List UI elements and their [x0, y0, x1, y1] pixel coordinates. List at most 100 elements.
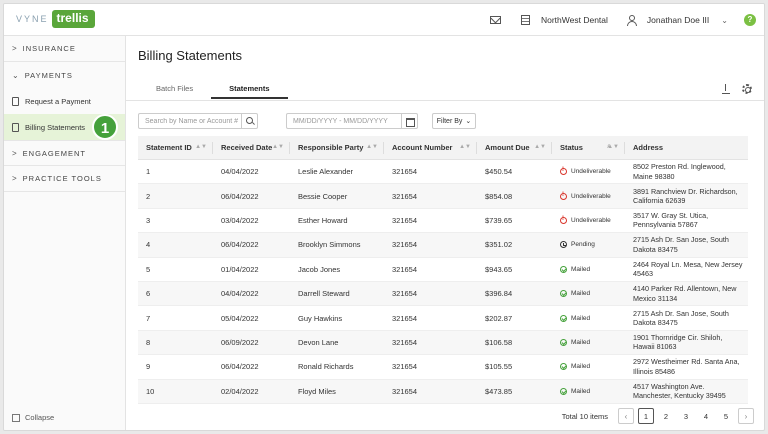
- sidebar-section-engagement[interactable]: > ENGAGEMENT: [4, 140, 125, 166]
- status-label: Undeliverable: [571, 168, 611, 176]
- practice-name[interactable]: NorthWest Dental: [541, 15, 608, 25]
- column-header-status[interactable]: Status ⌕ ▲▼: [552, 136, 625, 160]
- date-range-field: [286, 113, 418, 129]
- gear-icon[interactable]: [742, 84, 752, 94]
- help-icon[interactable]: ?: [744, 14, 756, 26]
- column-header-account-number[interactable]: Account Number ▲▼: [384, 136, 477, 160]
- date-range-input[interactable]: [287, 114, 401, 128]
- page-4-button[interactable]: 4: [698, 408, 714, 424]
- sort-icon[interactable]: ▲▼: [366, 144, 378, 150]
- sidebar: > INSURANCE ⌄ PAYMENTS Request a Payment…: [4, 36, 126, 430]
- prev-page-button[interactable]: ‹: [618, 408, 634, 424]
- cell-status: Mailed: [552, 363, 625, 371]
- chevron-down-icon[interactable]: ⌄: [721, 16, 728, 25]
- sort-icon[interactable]: ▲▼: [195, 144, 207, 150]
- chevron-right-icon: >: [12, 44, 18, 53]
- table-row[interactable]: 10 02/04/2022 Floyd Miles 321654 $473.85 Mail…: [138, 379, 748, 404]
- status-label: Mailed: [571, 338, 591, 346]
- collapse-icon: [12, 413, 20, 422]
- search-icon[interactable]: [241, 114, 257, 128]
- search-field: [138, 113, 258, 129]
- cell-account-number: 321654: [392, 191, 418, 201]
- cell-status: Mailed: [552, 265, 625, 273]
- cell-received-date: 03/04/2022: [221, 215, 259, 225]
- sort-icon[interactable]: ▲▼: [534, 144, 546, 150]
- cell-received-date: 06/04/2022: [221, 191, 259, 201]
- cell-address: 2972 Westheimer Rd. Santa Ana, Illinois …: [633, 357, 740, 376]
- cell-responsible-party: Bessie Cooper: [298, 191, 348, 201]
- cell-statement-id: 4: [146, 240, 151, 250]
- cell-amount-due: $105.55: [485, 362, 513, 372]
- page-2-button[interactable]: 2: [658, 408, 674, 424]
- tab-batch-files[interactable]: Batch Files: [138, 79, 211, 99]
- cell-statement-id: 2: [146, 191, 151, 201]
- status-undeliverable-icon: [560, 192, 567, 200]
- filter-by-button[interactable]: Filter By ⌄: [432, 113, 476, 129]
- cell-address: 4140 Parker Rd. Allentown, New Mexico 31…: [633, 284, 737, 303]
- cell-responsible-party: Ronald Richards: [298, 362, 354, 372]
- cell-received-date: 06/04/2022: [221, 362, 259, 372]
- column-header-responsible-party[interactable]: Responsible Party ▲▼: [290, 136, 384, 160]
- column-header-statement-id[interactable]: Statement ID ▲▼: [138, 136, 213, 160]
- tab-statements[interactable]: Statements: [211, 79, 288, 99]
- page-title: Billing Statements: [138, 48, 243, 63]
- table-row[interactable]: 3 03/04/2022 Esther Howard 321654 $739.65 Und…: [138, 209, 748, 234]
- cell-address: 3517 W. Gray St. Utica, Pennsylvania 578…: [633, 210, 709, 230]
- status-badge: Undeliverable: [560, 167, 625, 176]
- column-header-received-date[interactable]: Received Date ▲▼: [213, 136, 290, 160]
- column-header-address: Address: [633, 143, 664, 152]
- chevron-down-icon: ⌄: [465, 118, 472, 125]
- sidebar-section-label: PAYMENTS: [24, 70, 73, 80]
- download-icon[interactable]: [722, 84, 730, 94]
- sort-icon[interactable]: ▲▼: [272, 144, 284, 150]
- page-1-button[interactable]: 1: [638, 408, 654, 424]
- status-mailed-icon: [560, 338, 567, 346]
- cell-statement-id: 7: [146, 313, 151, 323]
- cell-received-date: 04/04/2022: [221, 289, 259, 299]
- cell-status: Mailed: [552, 314, 625, 322]
- tab-divider: [126, 100, 764, 101]
- sidebar-section-label: ENGAGEMENT: [22, 148, 87, 158]
- cell-status: Mailed: [552, 290, 625, 298]
- sidebar-item-billing-statements[interactable]: Billing Statements 1: [4, 114, 125, 140]
- sort-icon[interactable]: ▲▼: [607, 144, 619, 150]
- sort-icon[interactable]: ▲▼: [459, 144, 471, 150]
- table-row[interactable]: 4 06/04/2022 Brooklyn Simmons 321654 $351.02…: [138, 233, 748, 258]
- filter-by-label: Filter By: [436, 117, 463, 125]
- cell-statement-id: 10: [146, 386, 155, 396]
- column-header-amount-due[interactable]: Amount Due ▲▼: [477, 136, 552, 160]
- sidebar-section-practice-tools[interactable]: > PRACTICE TOOLS: [4, 166, 125, 192]
- user-name[interactable]: Jonathan Doe III: [647, 15, 709, 25]
- mail-icon[interactable]: [489, 16, 501, 24]
- table-row[interactable]: 8 06/09/2022 Devon Lane 321654 $106.58 Mailed…: [138, 330, 748, 356]
- cell-statement-id: 5: [146, 264, 151, 274]
- page-3-button[interactable]: 3: [678, 408, 694, 424]
- app-window: VYNE trellis NorthWest Dental Jonathan D…: [3, 3, 765, 431]
- pagination: Total 10 items ‹ 1 2 3 4 5 ›: [562, 408, 754, 424]
- table-row[interactable]: 7 05/04/2022 Guy Hawkins 321654 $202.87 Maile…: [138, 306, 748, 331]
- search-input[interactable]: [139, 114, 241, 128]
- status-badge: Mailed: [560, 387, 625, 395]
- status-label: Mailed: [571, 387, 591, 395]
- logo[interactable]: VYNE trellis: [16, 10, 95, 28]
- table-row[interactable]: 6 04/04/2022 Darrell Steward 321654 $396.84 M…: [138, 281, 748, 307]
- sidebar-section-label: PRACTICE TOOLS: [22, 174, 102, 183]
- page-5-button[interactable]: 5: [718, 408, 734, 424]
- table-row[interactable]: 2 06/04/2022 Bessie Cooper 321654 $854.08 Und…: [138, 184, 748, 209]
- status-label: Undeliverable: [571, 192, 611, 200]
- document-icon: [12, 122, 19, 132]
- sidebar-item-request-payment[interactable]: Request a Payment: [4, 88, 125, 114]
- cell-statement-id: 1: [146, 167, 151, 177]
- sidebar-section-payments[interactable]: ⌄ PAYMENTS: [4, 62, 125, 88]
- status-label: Mailed: [571, 265, 591, 273]
- next-page-button[interactable]: ›: [738, 408, 754, 424]
- table-row[interactable]: 9 06/04/2022 Ronald Richards 321654 $105.55 M…: [138, 355, 748, 380]
- table-row[interactable]: 5 01/04/2022 Jacob Jones 321654 $943.65 Maile…: [138, 258, 748, 282]
- building-icon: [520, 15, 530, 25]
- calendar-icon[interactable]: [401, 114, 417, 128]
- cell-account-number: 321654: [392, 337, 418, 347]
- sidebar-section-insurance[interactable]: > INSURANCE: [4, 36, 125, 62]
- collapse-button[interactable]: Collapse: [12, 413, 54, 422]
- table-row[interactable]: 1 04/04/2022 Leslie Alexander 321654 $450.54…: [138, 160, 748, 185]
- status-label: Mailed: [571, 290, 591, 298]
